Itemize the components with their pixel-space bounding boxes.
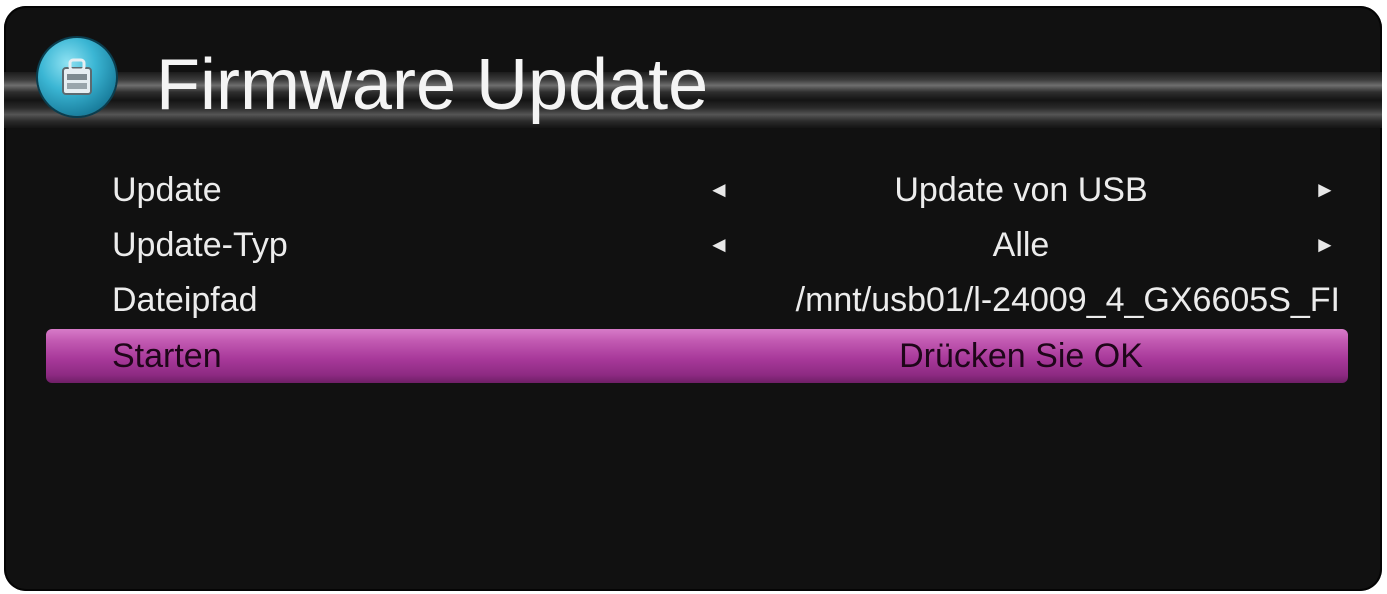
arrow-right-icon[interactable]: ►	[1314, 218, 1336, 272]
menu-item-update-type[interactable]: Update-Typ ◄ Alle ►	[46, 218, 1348, 272]
menu-item-label: Update	[112, 171, 222, 209]
menu-item-file-path[interactable]: Dateipfad /mnt/usb01/l-24009_4_GX6605S_F…	[46, 273, 1348, 327]
menu-item-label: Dateipfad	[112, 281, 258, 319]
menu-item-label: Update-Typ	[112, 226, 288, 264]
title-bar: Firmware Update	[4, 6, 1382, 136]
menu-item-label: Starten	[112, 337, 222, 375]
menu-item-start[interactable]: Starten Drücken Sie OK	[46, 329, 1348, 383]
menu-item-value: Drücken Sie OK	[899, 337, 1143, 375]
firmware-update-icon	[38, 38, 116, 116]
page-title: Firmware Update	[156, 45, 709, 125]
arrow-left-icon[interactable]: ◄	[708, 163, 730, 217]
file-path-value: /mnt/usb01/l-24009_4_GX6605S_FI	[795, 281, 1340, 319]
arrow-left-icon[interactable]: ◄	[708, 218, 730, 272]
menu-item-value: Alle	[992, 226, 1050, 264]
arrow-right-icon[interactable]: ►	[1314, 163, 1336, 217]
menu-item-update[interactable]: Update ◄ Update von USB ►	[46, 163, 1348, 217]
menu-item-value: Update von USB	[894, 171, 1148, 209]
osd-screen: Firmware Update Update ◄ Update von USB …	[4, 6, 1382, 591]
